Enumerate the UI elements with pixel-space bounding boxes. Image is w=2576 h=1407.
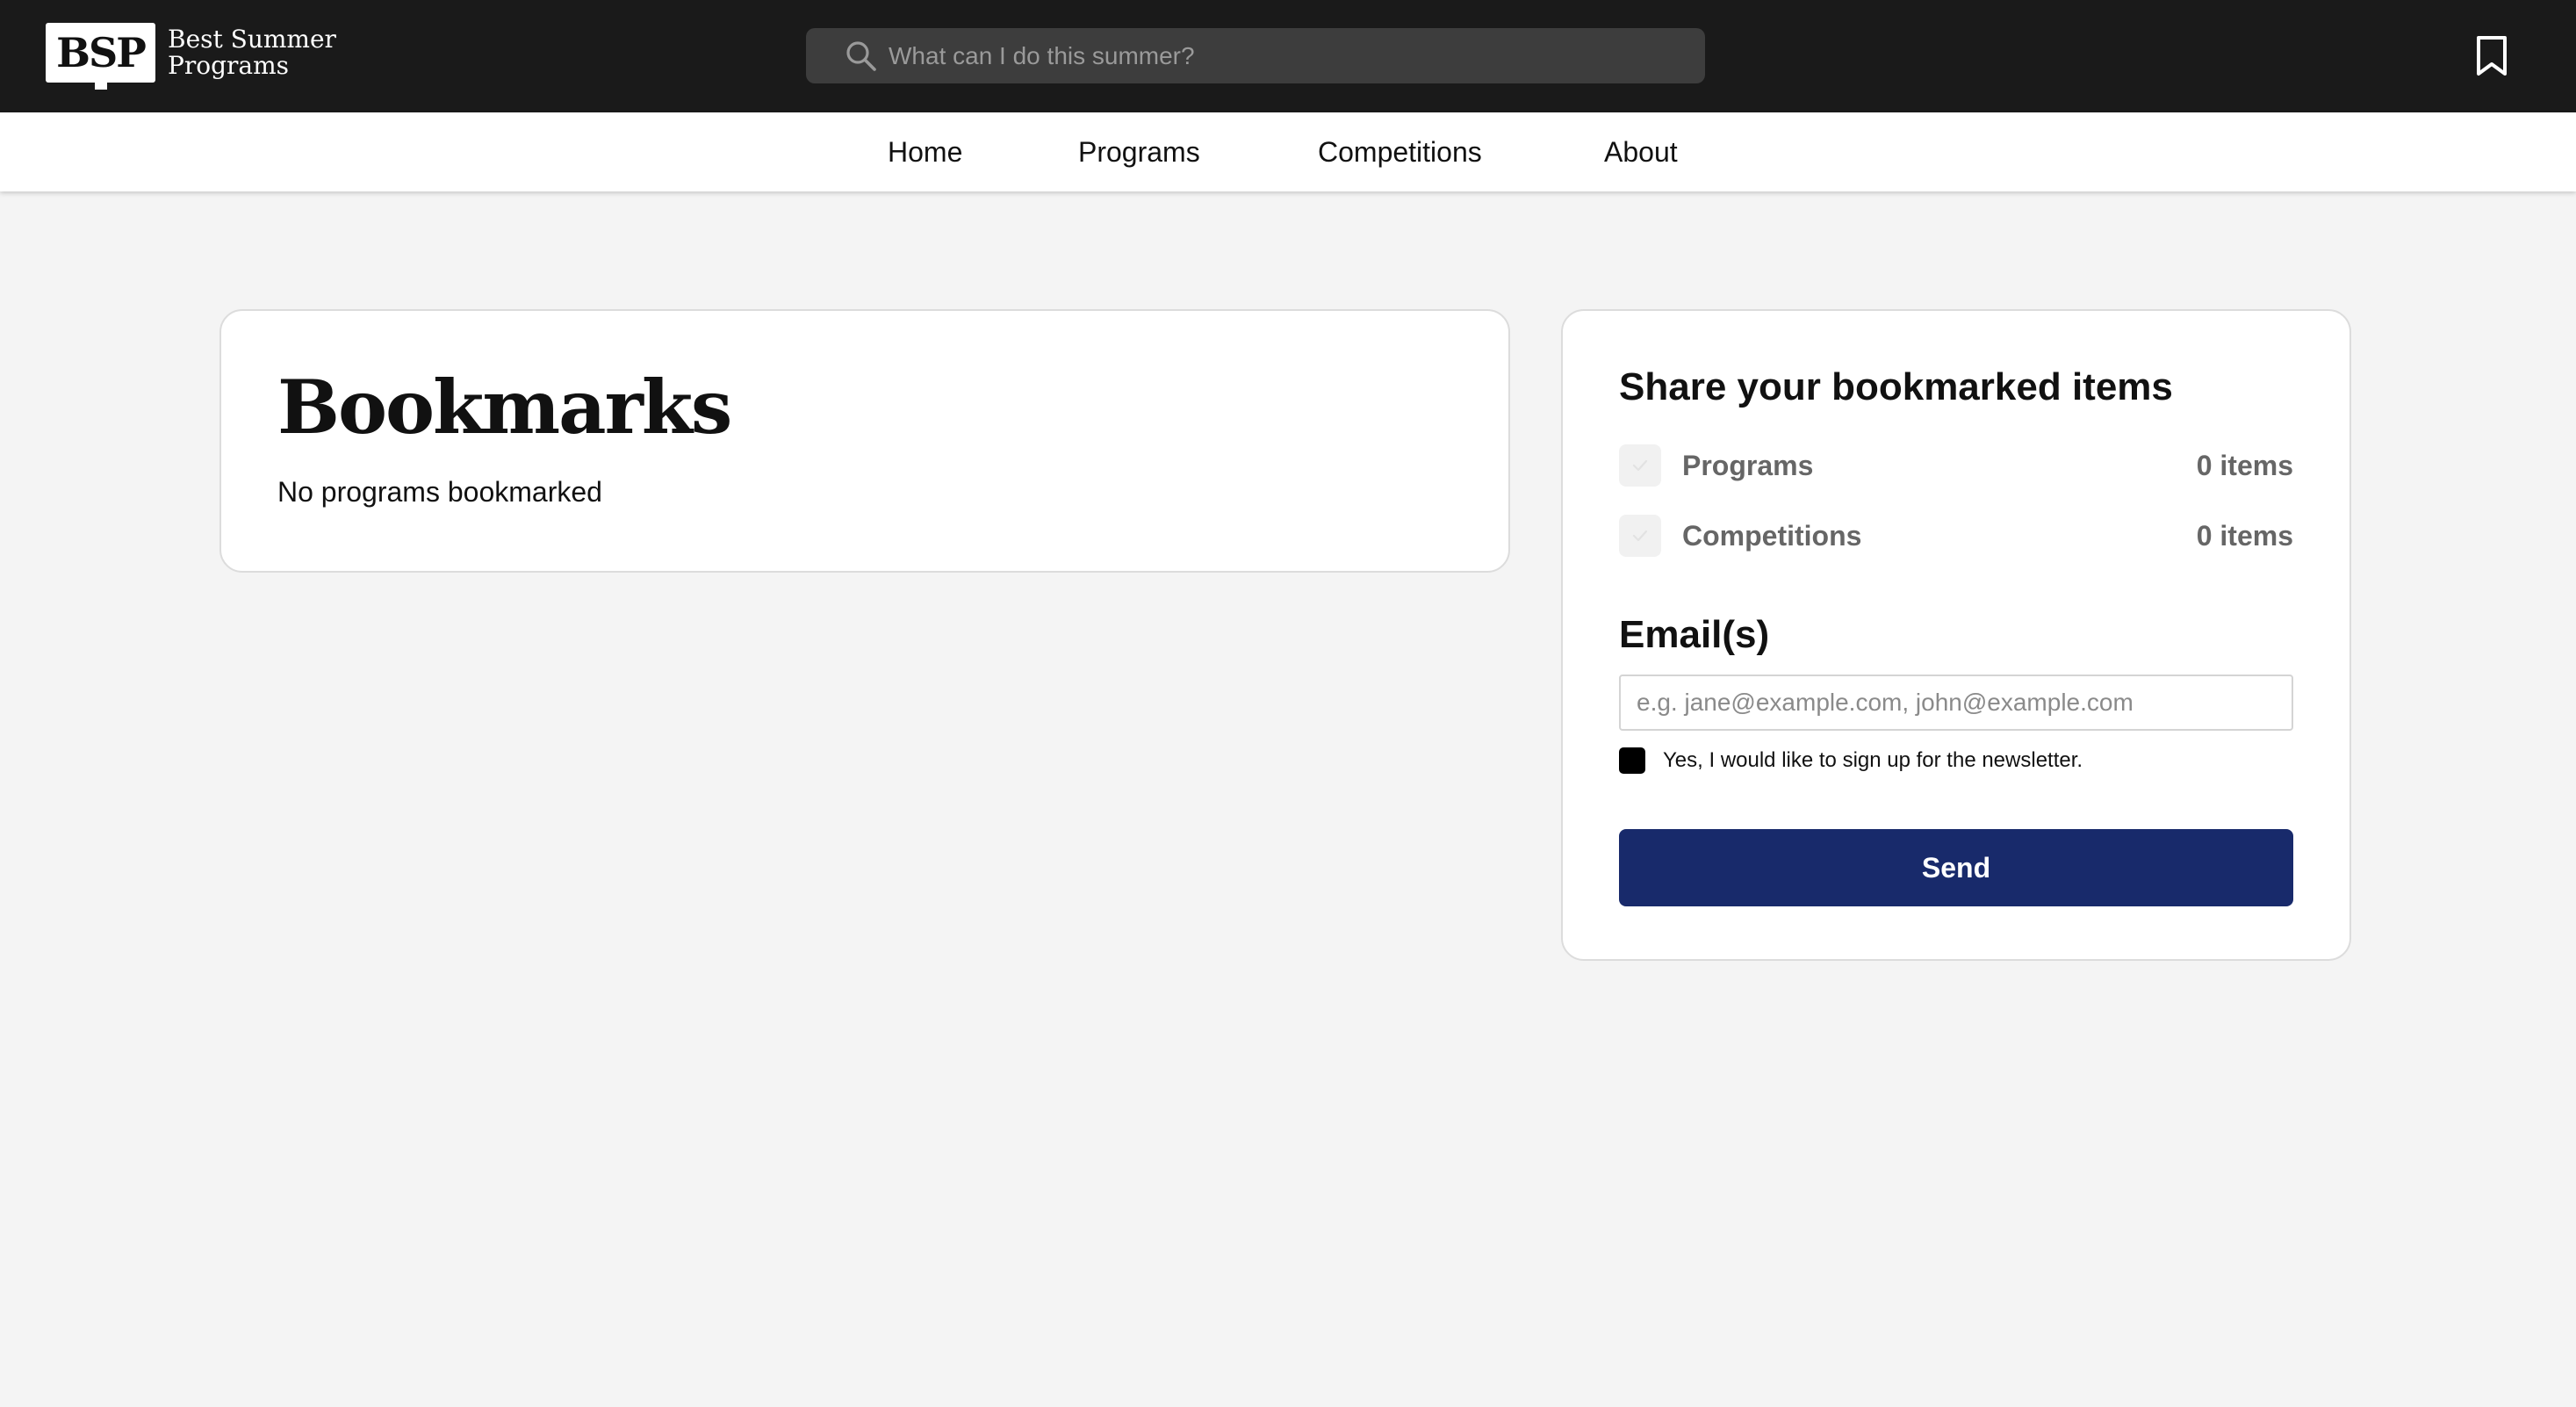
search-icon: [845, 40, 878, 73]
nav-programs[interactable]: Programs: [1078, 112, 1200, 191]
newsletter-label: Yes, I would like to sign up for the new…: [1663, 748, 2083, 772]
checkmark-icon: [1632, 530, 1648, 542]
page-title: Bookmarks: [277, 364, 732, 451]
site-logo[interactable]: BSP Best Summer Programs: [46, 23, 336, 90]
checkmark-icon: [1632, 459, 1648, 472]
nav-competitions[interactable]: Competitions: [1318, 112, 1482, 191]
logo-wordmark: Best Summer Programs: [168, 26, 336, 79]
nav-home[interactable]: Home: [888, 112, 962, 191]
newsletter-option[interactable]: Yes, I would like to sign up for the new…: [1619, 747, 2083, 775]
search-bar[interactable]: [806, 28, 1705, 83]
competitions-share-checkbox[interactable]: [1619, 515, 1661, 557]
email-label: Email(s): [1619, 613, 1770, 656]
logo-name-line1: Best Summer: [168, 25, 336, 54]
email-field[interactable]: [1619, 675, 2293, 731]
share-option-label: Programs: [1682, 449, 1814, 481]
search-input[interactable]: [889, 33, 1705, 78]
programs-share-checkbox[interactable]: [1619, 444, 1661, 487]
bookmarks-card: Bookmarks No programs bookmarked: [219, 309, 1510, 573]
share-option-programs: Programs 0 items: [1619, 444, 2293, 487]
bookmarks-nav-button[interactable]: [2472, 33, 2511, 79]
share-option-label: Competitions: [1682, 519, 1862, 552]
top-header: BSP Best Summer Programs: [0, 0, 2576, 112]
main-nav: Home Programs Competitions About: [0, 112, 2576, 191]
share-option-count: 0 items: [2196, 519, 2293, 552]
logo-name-line2: Programs: [168, 51, 290, 80]
bookmark-icon: [2477, 36, 2507, 76]
send-button[interactable]: Send: [1619, 829, 2293, 906]
empty-bookmarks-message: No programs bookmarked: [277, 476, 602, 508]
newsletter-checkbox[interactable]: [1619, 747, 1645, 774]
logo-mark: BSP: [46, 23, 155, 90]
share-option-count: 0 items: [2196, 449, 2293, 481]
share-title: Share your bookmarked items: [1619, 365, 2173, 408]
nav-about[interactable]: About: [1604, 112, 1678, 191]
share-option-competitions: Competitions 0 items: [1619, 515, 2293, 557]
share-bookmarks-card: Share your bookmarked items Programs 0 i…: [1561, 309, 2351, 961]
